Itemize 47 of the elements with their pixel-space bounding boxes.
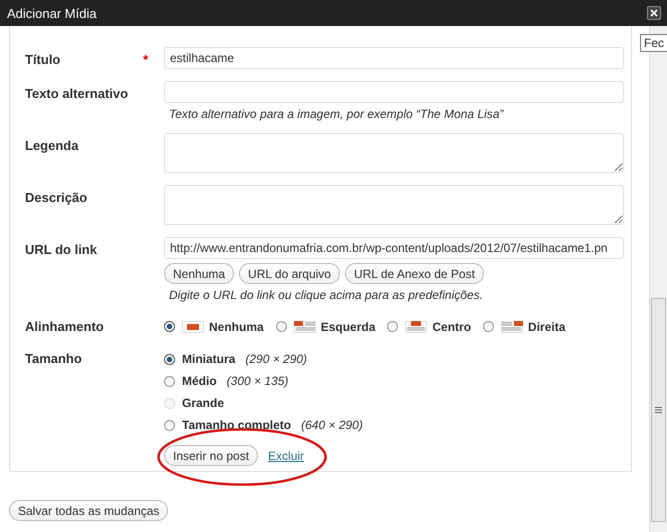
align-right-icon [501, 320, 524, 332]
field-label: URL do link [25, 242, 97, 259]
close-button[interactable] [647, 6, 661, 20]
insert-button[interactable]: Inserir no post [164, 445, 258, 466]
align-none-icon [182, 320, 204, 332]
field-label: Texto alternativo [25, 86, 128, 103]
input-field[interactable]: estilhacame [164, 47, 624, 69]
input-field[interactable]: http://www.entrandonumafria.com.br/wp-content/uploads/2012/07/estilhacame1.pn [164, 237, 624, 259]
option-label: Médio [182, 374, 217, 388]
align-center-icon [405, 320, 428, 332]
grip-icon [655, 407, 662, 413]
preset-button[interactable]: Nenhuma [164, 263, 234, 284]
radio-button[interactable] [164, 420, 175, 430]
delete-link[interactable]: Excluir [268, 448, 304, 462]
radio-button[interactable] [483, 321, 494, 332]
radio-button[interactable] [276, 321, 287, 332]
required-asterisk: * [142, 52, 148, 69]
size-dimensions: (290 × 290) [245, 352, 308, 366]
close-icon [650, 9, 658, 17]
save-button[interactable]: Salvar todas as mudanças [9, 500, 168, 521]
option-label: Centro [432, 320, 472, 334]
tooltip: Fec [640, 34, 667, 52]
field-label: Tamanho [25, 351, 82, 368]
option-label: Direita [528, 320, 566, 334]
field-label: Descrição [25, 190, 88, 207]
size-dimensions: (640 × 290) [301, 418, 363, 432]
radio-button[interactable] [387, 321, 398, 332]
align-left-icon [294, 320, 316, 332]
option-label: Grande [182, 396, 224, 410]
help-text: Digite o URL do link ou clique acima para as predefinições. [169, 288, 483, 302]
preset-button[interactable]: URL de Anexo de Post [344, 263, 484, 284]
radio-button[interactable] [164, 376, 175, 386]
option-label: Nenhuma [209, 320, 264, 334]
window-title: Adicionar Mídia [7, 6, 97, 20]
size-dimensions: (300 × 135) [226, 374, 288, 388]
field-label: Título [25, 52, 60, 69]
scroll-thumb[interactable] [651, 298, 666, 522]
input-field[interactable] [164, 81, 624, 103]
field-label: Alinhamento [25, 319, 104, 334]
option-label: Tamanho completo [182, 418, 292, 432]
help-text: Texto alternativo para a imagem, por exemplo “The Mona Lisa” [169, 107, 504, 121]
option-label: Esquerda [320, 320, 376, 334]
field-label: Legenda [25, 138, 78, 155]
radio-button[interactable] [164, 321, 175, 332]
preset-button[interactable]: URL do arquivo [239, 263, 340, 284]
radio-button[interactable] [164, 354, 175, 364]
option-label: Miniatura [182, 352, 236, 366]
